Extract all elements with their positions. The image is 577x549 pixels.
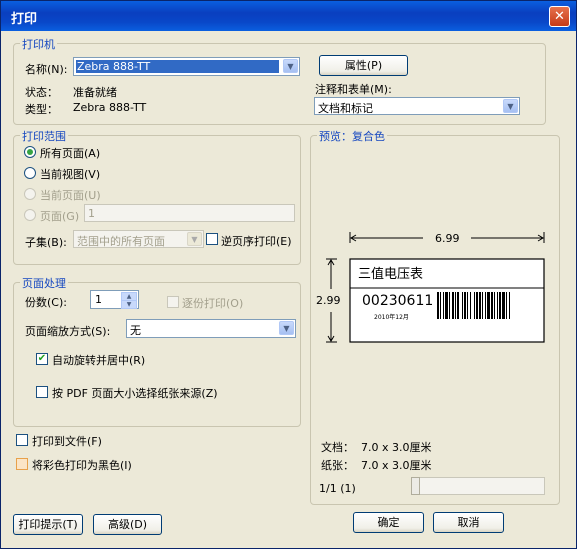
barcode-bar [443,292,444,319]
comments-select[interactable]: 文档和标记 ▼ [314,97,520,115]
barcode-bar [482,292,483,319]
copies-input[interactable]: 1 ▲ ▼ [90,290,139,309]
properties-button[interactable]: 属性(P) [319,55,408,76]
cancel-button[interactable]: 取消 [433,512,504,533]
pages-label: 页面(G) [40,210,80,223]
all-pages-label[interactable]: 所有页面(A) [40,145,100,161]
barcode-bar [499,292,501,319]
paper-value: 7.0 x 3.0厘米 [361,459,432,472]
page-slider-track[interactable] [411,477,545,495]
printer-name-select[interactable]: Zebra 888-TT ▼ [73,57,300,76]
copies-value: 1 [95,293,102,306]
print-range-title: 打印范围 [20,128,68,144]
collate-label: 逐份打印(O) [182,297,244,310]
barcode-bar [491,292,493,319]
ok-button[interactable]: 确定 [353,512,424,533]
barcode-bar [497,292,498,319]
auto-rotate-checkbox[interactable]: ✔ [36,353,48,365]
page-handling-title: 页面处理 [20,275,68,291]
page-counter: 1/1 (1) [319,482,356,495]
print-black-label[interactable]: 将彩色打印为黑色(I) [32,457,132,473]
barcode-bar [479,292,481,319]
current-view-label[interactable]: 当前视图(V) [40,166,100,182]
print-to-file-label[interactable]: 打印到文件(F) [32,433,102,449]
subset-select: 范围中的所有页面 ▼ [73,230,204,248]
barcode-bar [485,292,486,319]
barcode-bar [494,292,495,319]
printer-name-value: Zebra 888-TT [77,60,151,73]
advanced-button[interactable]: 高级(D) [93,514,162,535]
barcode-bar [437,292,439,319]
scaling-value: 无 [130,324,141,337]
chevron-down-icon: ▼ [279,321,294,335]
comments-label: 注释和表单(M): [315,83,392,96]
barcode-bar [502,292,505,319]
barcode-bar [455,292,456,319]
comments-value: 文档和标记 [318,102,373,115]
status-value: 准备就绪 [73,86,117,99]
preview-title: 预览：复合色 [317,128,387,144]
auto-rotate-label[interactable]: 自动旋转并居中(R) [52,352,145,368]
spin-down-icon[interactable]: ▼ [121,300,137,309]
label-title: 三值电压表 [358,267,424,282]
print-black-checkbox[interactable] [16,458,28,470]
pages-input-value: 1 [88,207,95,220]
chevron-down-icon: ▼ [187,232,202,246]
print-tips-button[interactable]: 打印提示(T) [13,514,83,535]
barcode-bar [506,292,507,319]
type-label: 类型： [25,103,58,116]
paper-label: 纸张： [321,459,354,472]
barcode-bar [457,292,459,319]
choose-paper-checkbox[interactable] [36,386,48,398]
width-dimension-text: 6.99 [435,232,460,245]
radio-pages [24,209,36,221]
barcode-bar [509,292,510,319]
page-slider-thumb[interactable] [411,477,420,495]
current-page-label: 当前页面(U) [40,189,101,202]
reverse-pages-checkbox[interactable] [206,233,218,245]
document-label: 文档： [321,441,354,454]
barcode-bar [470,292,471,319]
barcode-bar [476,292,478,319]
type-value: Zebra 888-TT [73,101,147,114]
barcode-bar [462,292,463,319]
print-to-file-checkbox[interactable] [16,434,28,446]
status-label: 状态： [25,86,58,99]
barcode-bar [487,292,490,319]
chevron-down-icon: ▼ [283,59,298,73]
close-button[interactable]: ✕ [549,6,570,27]
barcode-bar [449,292,450,319]
reverse-pages-label[interactable]: 逆页序打印(E) [221,233,292,249]
document-value: 7.0 x 3.0厘米 [361,441,432,454]
label-date: 2010年12月 [374,314,409,321]
height-dimension-text: 2.99 [316,294,341,307]
radio-current-page [24,188,36,200]
title-bar[interactable]: 打印 ✕ [1,1,576,31]
scaling-label: 页面缩放方式(S): [25,325,111,338]
preview-canvas [326,232,545,343]
label-code: 00230611 [362,293,434,309]
barcode-bar [440,292,441,319]
printer-name-label: 名称(N): [25,63,68,76]
subset-label: 子集(B): [25,236,67,249]
scaling-select[interactable]: 无 ▼ [126,319,296,338]
chevron-down-icon: ▼ [503,99,518,113]
barcode-bar [467,292,468,319]
barcode-bar [464,292,466,319]
choose-paper-label[interactable]: 按 PDF 页面大小选择纸张来源(Z) [52,385,218,401]
barcode-bar [474,292,475,319]
copies-label: 份数(C): [25,296,67,309]
window-title: 打印 [11,12,38,27]
barcode-bar [445,292,448,319]
printer-group-title: 打印机 [20,36,57,52]
pages-input: 1 [84,204,295,222]
collate-checkbox [167,296,179,308]
subset-value: 范围中的所有页面 [77,235,165,248]
radio-all-pages[interactable] [24,146,36,158]
barcode-bar [452,292,454,319]
print-dialog: 打印 ✕ 打印机 名称(N): Zebra 888-TT ▼ 状态： 准备就绪 … [0,0,577,549]
radio-current-view[interactable] [24,167,36,179]
